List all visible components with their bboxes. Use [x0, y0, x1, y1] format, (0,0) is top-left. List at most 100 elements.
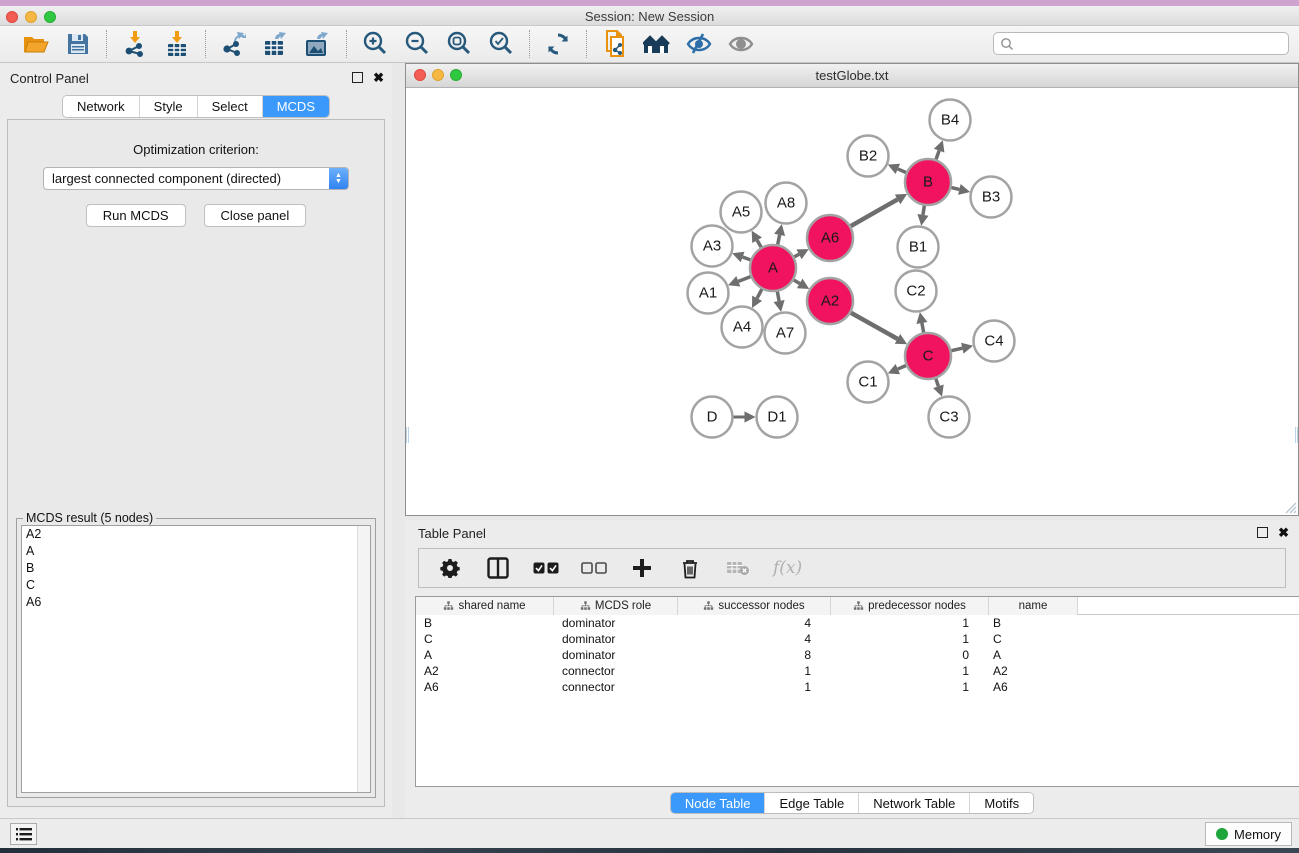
tab-motifs[interactable]: Motifs [970, 793, 1033, 813]
frame-resize-handle-right[interactable] [1295, 427, 1298, 443]
graph-node-A1[interactable]: A1 [688, 273, 729, 314]
memory-button[interactable]: Memory [1205, 822, 1292, 846]
export-network-icon[interactable] [218, 29, 250, 59]
graph-node-A3[interactable]: A3 [692, 226, 733, 267]
table-row[interactable]: A2connector11A2 [416, 663, 1299, 679]
delete-column-icon[interactable] [677, 555, 703, 581]
edge-A-A1[interactable] [738, 277, 750, 282]
graph-node-C4[interactable]: C4 [974, 321, 1015, 362]
import-table-icon[interactable] [161, 29, 193, 59]
save-session-icon[interactable] [62, 29, 94, 59]
mcds-result-list[interactable]: A2ABCA6 [21, 525, 371, 793]
graph-node-C1[interactable]: C1 [848, 362, 889, 403]
graph-node-A4[interactable]: A4 [722, 307, 763, 348]
show-details-icon[interactable] [725, 29, 757, 59]
edge-A-A4[interactable] [757, 289, 762, 298]
frame-resize-handle-left[interactable] [406, 427, 409, 443]
tab-style[interactable]: Style [140, 96, 198, 117]
mcds-result-item[interactable]: A6 [22, 594, 370, 611]
float-table-panel-icon[interactable] [1257, 527, 1268, 538]
edge-A-A2[interactable] [794, 280, 800, 283]
refresh-icon[interactable] [542, 29, 574, 59]
tab-network[interactable]: Network [63, 96, 140, 117]
tab-mcds[interactable]: MCDS [263, 96, 329, 117]
delete-table-icon[interactable] [725, 555, 751, 581]
close-table-panel-icon[interactable]: ✖ [1278, 527, 1289, 538]
edge-C-C3[interactable] [936, 379, 939, 387]
export-table-icon[interactable] [260, 29, 292, 59]
column-header-shared-name[interactable]: shared name [416, 597, 554, 615]
graph-node-C3[interactable]: C3 [929, 397, 970, 438]
float-panel-icon[interactable] [352, 72, 363, 83]
graph-node-B3[interactable]: B3 [971, 177, 1012, 218]
graph-node-A2[interactable]: A2 [807, 278, 853, 324]
graph-node-B4[interactable]: B4 [930, 100, 971, 141]
tab-select[interactable]: Select [198, 96, 263, 117]
edge-B-B3[interactable] [951, 188, 959, 190]
mcds-result-item[interactable]: B [22, 560, 370, 577]
mcds-result-item[interactable]: A2 [22, 526, 370, 543]
open-file-icon[interactable] [20, 29, 52, 59]
result-list-scrollbar[interactable] [357, 526, 370, 792]
frame-resize-grip[interactable] [1285, 502, 1297, 514]
table-row[interactable]: Adominator80A [416, 647, 1299, 663]
edge-B-B2[interactable] [898, 169, 906, 173]
graph-node-C[interactable]: C [905, 333, 951, 379]
clone-network-icon[interactable] [599, 29, 631, 59]
close-panel-button[interactable]: Close panel [204, 204, 307, 227]
table-row[interactable]: Cdominator41C [416, 631, 1299, 647]
zoom-in-icon[interactable] [359, 29, 391, 59]
show-panels-button[interactable] [10, 823, 37, 845]
edge-A-A3[interactable] [743, 257, 751, 260]
mcds-result-item[interactable]: C [22, 577, 370, 594]
column-header-successor-nodes[interactable]: successor nodes [678, 597, 831, 615]
table-row[interactable]: Bdominator41B [416, 615, 1299, 631]
graph-node-C2[interactable]: C2 [896, 271, 937, 312]
tab-network-table[interactable]: Network Table [859, 793, 970, 813]
add-column-icon[interactable] [629, 555, 655, 581]
edge-B-B4[interactable] [936, 151, 939, 160]
graph-node-B[interactable]: B [905, 159, 951, 205]
column-header-MCDS-role[interactable]: MCDS role [554, 597, 678, 615]
zoom-fit-icon[interactable] [443, 29, 475, 59]
unselect-all-columns-icon[interactable] [581, 555, 607, 581]
select-all-columns-icon[interactable] [533, 555, 559, 581]
tab-edge-table[interactable]: Edge Table [765, 793, 859, 813]
table-options-gear-icon[interactable] [437, 555, 463, 581]
column-header-name[interactable]: name [989, 597, 1078, 615]
cybrowser-icon[interactable] [641, 29, 673, 59]
network-view-titlebar[interactable]: testGlobe.txt [406, 64, 1298, 88]
tab-node-table[interactable]: Node Table [671, 793, 766, 813]
run-mcds-button[interactable]: Run MCDS [86, 204, 186, 227]
edge-A-A7[interactable] [777, 292, 779, 301]
edge-A-A8[interactable] [778, 235, 780, 245]
edge-B-B1[interactable] [923, 206, 924, 215]
graph-node-D[interactable]: D [692, 397, 733, 438]
graph-node-A7[interactable]: A7 [765, 313, 806, 354]
split-panel-icon[interactable] [485, 555, 511, 581]
graph-node-A6[interactable]: A6 [807, 215, 853, 261]
edge-A-A6[interactable] [794, 254, 799, 257]
graph-node-B1[interactable]: B1 [898, 227, 939, 268]
graph-node-A8[interactable]: A8 [766, 183, 807, 224]
graph-node-D1[interactable]: D1 [757, 397, 798, 438]
mcds-result-item[interactable]: A [22, 543, 370, 560]
graph-node-A5[interactable]: A5 [721, 192, 762, 233]
export-image-icon[interactable] [302, 29, 334, 59]
zoom-out-icon[interactable] [401, 29, 433, 59]
edge-C-C1[interactable] [898, 366, 906, 370]
search-input[interactable] [1014, 35, 1288, 53]
graph-node-B2[interactable]: B2 [848, 136, 889, 177]
column-header-predecessor-nodes[interactable]: predecessor nodes [831, 597, 989, 615]
edge-A2-C[interactable] [851, 313, 898, 339]
node-table[interactable]: shared nameMCDS rolesuccessor nodesprede… [415, 596, 1299, 787]
function-builder-icon[interactable]: f(x) [773, 558, 802, 578]
network-canvas[interactable]: B4B2BB3A5A8A6B1A3AA1C2A2A4A7C4CC1C3DD1 [406, 88, 1298, 515]
close-panel-icon[interactable]: ✖ [373, 72, 384, 83]
import-network-icon[interactable] [119, 29, 151, 59]
search-field[interactable] [993, 32, 1289, 55]
edge-A6-B[interactable] [851, 199, 898, 226]
hide-details-icon[interactable] [683, 29, 715, 59]
edge-C-C4[interactable] [951, 348, 962, 350]
edge-A-A5[interactable] [757, 240, 761, 247]
